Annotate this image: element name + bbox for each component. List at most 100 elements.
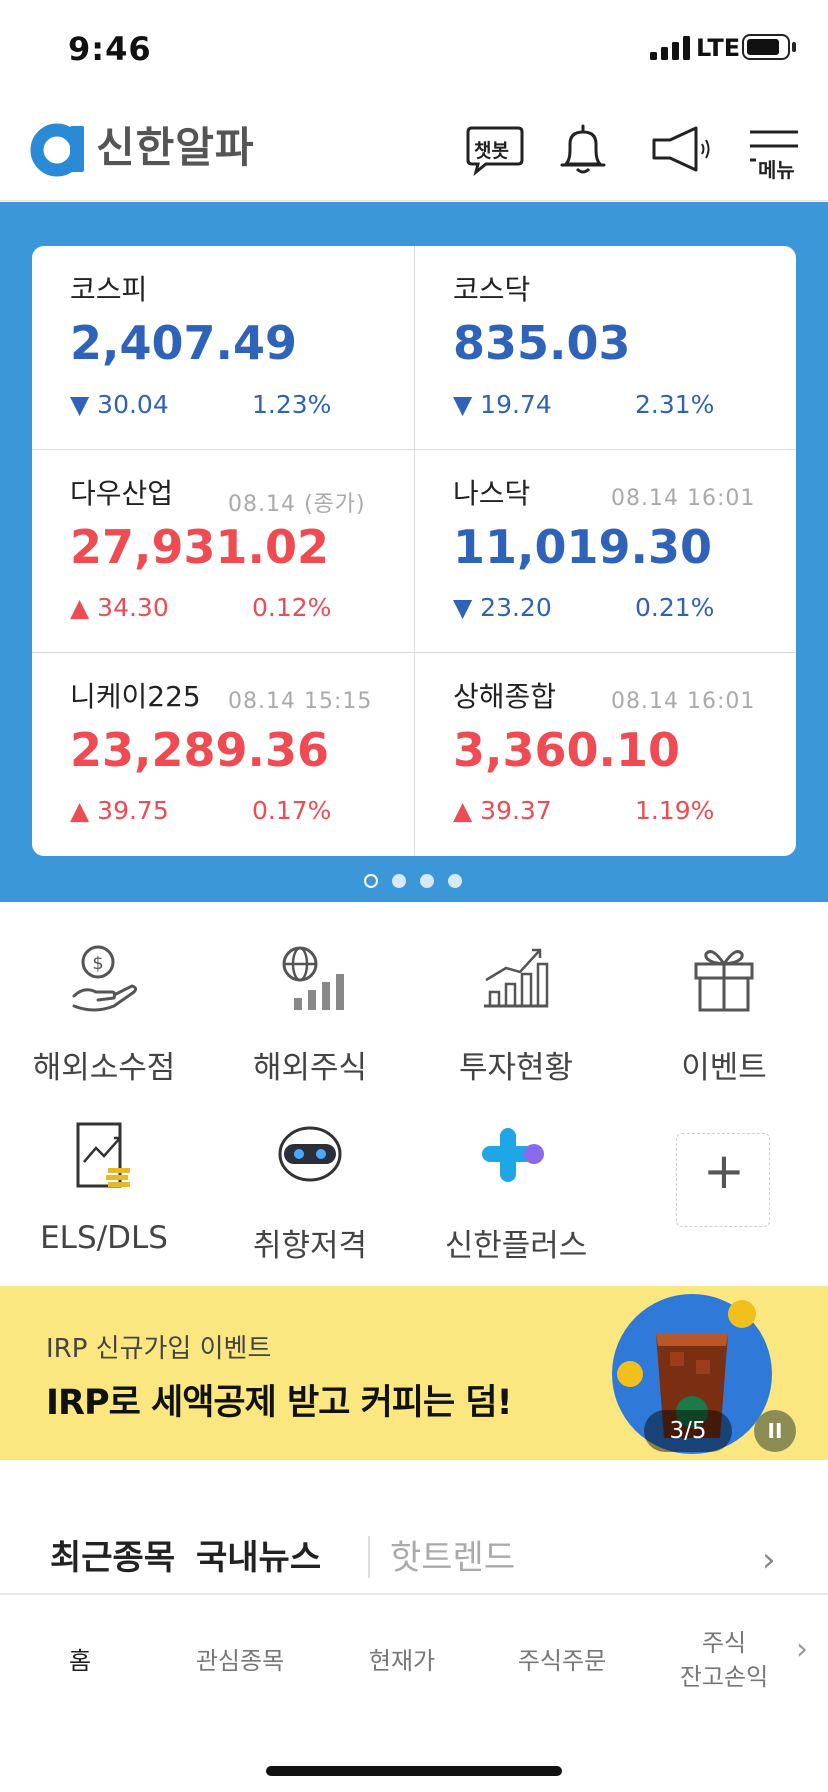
index-percent: 2.31% — [635, 390, 715, 419]
menu-label: 메뉴 — [758, 158, 795, 182]
signal-icon — [650, 36, 690, 60]
nav-current-price[interactable]: 현재가 — [322, 1644, 482, 1678]
index-meta: 08.14 15:15 — [228, 689, 373, 714]
quick-menu-label: 이벤트 — [681, 1050, 767, 1086]
shinhan-plus-icon — [482, 1128, 544, 1182]
index-value: 11,019.30 — [453, 520, 712, 574]
quick-menu-taste-pick[interactable]: 취향저격 — [220, 1118, 400, 1268]
page-dot[interactable] — [448, 874, 462, 888]
market-index-cell[interactable]: 코스닥 835.03 ▼ 19.74 2.31% — [414, 246, 796, 449]
nav-stock-order[interactable]: 주식주문 — [482, 1644, 642, 1678]
index-name: 니케이225 — [70, 680, 201, 713]
index-percent: 0.12% — [252, 593, 332, 622]
quick-menu-label: ELS/DLS — [40, 1220, 168, 1256]
index-name: 나스닥 — [453, 477, 531, 510]
index-meta: 08.14 16:01 — [611, 486, 756, 511]
robot-icon — [278, 1126, 342, 1182]
quick-menu-label: 신한플러스 — [444, 1228, 588, 1264]
quick-menu-label: 해외주식 — [252, 1050, 368, 1086]
index-value: 27,931.02 — [70, 520, 329, 574]
app-logo-text[interactable]: 신한알파 — [96, 114, 255, 175]
announcement-button[interactable] — [650, 120, 712, 180]
quick-menu-label: 취향저격 — [252, 1228, 368, 1264]
tab-hot-trend[interactable]: 핫트렌드 — [390, 1530, 515, 1579]
index-value: 835.03 — [453, 316, 631, 370]
index-percent: 1.23% — [252, 390, 332, 419]
market-index-panel: 코스피 2,407.49 ▼ 30.04 1.23% 코스닥 835.03 ▼ 19.74 2… — [0, 202, 828, 902]
quick-menu-overseas-fractional[interactable]: $ 해외소수점 — [14, 940, 194, 1090]
dollar-hand-icon: $ — [72, 945, 138, 1012]
document-coins-icon — [76, 1122, 130, 1188]
nav-stock-balance[interactable]: 주식 잔고손익 — [644, 1626, 804, 1694]
chevron-right-icon[interactable]: › — [762, 1540, 776, 1580]
menu-button[interactable]: 메뉴 — [744, 120, 806, 182]
page-dot-active[interactable] — [364, 874, 378, 888]
network-label: LTE — [696, 34, 741, 62]
quick-menu-els-dls[interactable]: ELS/DLS — [14, 1118, 194, 1268]
index-name: 코스닥 — [453, 273, 531, 306]
market-index-cell[interactable]: 다우산업 08.14 (종가) 27,931.02 ▲ 34.30 0.12% — [32, 449, 414, 652]
index-value: 2,407.49 — [70, 316, 297, 370]
banner-title: IRP로 세액공제 받고 커피는 덤! — [46, 1383, 513, 1423]
nav-watchlist[interactable]: 관심종목 — [160, 1644, 320, 1678]
index-name: 다우산업 — [70, 477, 174, 510]
market-index-cell[interactable]: 코스피 2,407.49 ▼ 30.04 1.23% — [32, 246, 414, 449]
banner-subtitle: IRP 신규가입 이벤트 — [46, 1334, 272, 1364]
index-value: 23,289.36 — [70, 723, 329, 777]
quick-menu-shinhan-plus[interactable]: 신한플러스 — [426, 1118, 606, 1268]
home-indicator — [266, 1766, 562, 1776]
growth-chart-icon — [484, 948, 549, 1008]
megaphone-icon — [652, 126, 710, 172]
gift-icon — [694, 950, 754, 1012]
battery-icon — [742, 34, 790, 60]
index-change: ▼ 19.74 — [453, 390, 552, 419]
index-percent: 1.19% — [635, 796, 715, 825]
chatbot-button[interactable]: 챗봇 — [464, 120, 526, 180]
chatbot-label: 챗봇 — [474, 140, 509, 162]
promo-banner[interactable]: IRP 신규가입 이벤트 IRP로 세액공제 받고 커피는 덤! 3/5 II — [0, 1286, 828, 1460]
tab-domestic-news[interactable]: 국내뉴스 — [196, 1530, 321, 1579]
index-change: ▲ 34.30 — [70, 593, 169, 622]
index-meta: 08.14 (종가) — [228, 492, 366, 517]
shinhan-alpha-logo-icon[interactable] — [30, 120, 90, 180]
index-change: ▲ 39.75 — [70, 796, 169, 825]
quick-menu-investment-status[interactable]: 투자현황 — [426, 940, 606, 1090]
index-change: ▲ 39.37 — [453, 796, 552, 825]
market-index-cell[interactable]: 상해종합 08.14 16:01 3,360.10 ▲ 39.37 1.19% — [414, 652, 796, 856]
quick-menu-event[interactable]: 이벤트 — [634, 940, 814, 1090]
index-meta: 08.14 16:01 — [611, 689, 756, 714]
page-indicator — [364, 874, 464, 890]
banner-page-counter: 3/5 — [644, 1410, 732, 1452]
page-dot[interactable] — [420, 874, 434, 888]
banner-pause-button[interactable]: II — [754, 1410, 796, 1452]
divider — [0, 1593, 828, 1595]
quick-menu-label: 해외소수점 — [32, 1050, 176, 1086]
globe-chart-icon — [282, 946, 344, 1010]
index-percent: 0.17% — [252, 796, 332, 825]
index-change: ▼ 30.04 — [70, 390, 169, 419]
index-name: 코스피 — [70, 273, 148, 306]
market-index-cell[interactable]: 니케이225 08.14 15:15 23,289.36 ▲ 39.75 0.17% — [32, 652, 414, 856]
chevron-right-icon[interactable]: › — [796, 1632, 808, 1667]
add-quick-menu-button[interactable]: + — [676, 1133, 770, 1227]
app-header: 신한알파 챗봇 메뉴 — [0, 100, 828, 201]
news-tab-bar: 최근종목 국내뉴스 핫트렌드 › — [0, 1530, 828, 1594]
market-index-cell[interactable]: 나스닥 08.14 16:01 11,019.30 ▼ 23.20 0.21% — [414, 449, 796, 652]
quick-menu-overseas-stock[interactable]: 해외주식 — [220, 940, 400, 1090]
index-value: 3,360.10 — [453, 723, 680, 777]
index-name: 상해종합 — [453, 680, 557, 713]
bell-icon — [560, 124, 606, 174]
index-percent: 0.21% — [635, 593, 715, 622]
quick-menu-label: 투자현황 — [458, 1050, 574, 1086]
nav-home[interactable]: 홈 — [0, 1644, 160, 1678]
market-index-card: 코스피 2,407.49 ▼ 30.04 1.23% 코스닥 835.03 ▼ 19.74 2… — [32, 246, 796, 856]
bottom-navigation: 홈 관심종목 현재가 주식주문 주식 잔고손익 › — [0, 1596, 828, 1706]
status-bar: 9:46 LTE — [0, 0, 828, 100]
notification-button[interactable] — [552, 120, 614, 180]
index-change: ▼ 23.20 — [453, 593, 552, 622]
tab-recent-items[interactable]: 최근종목 — [50, 1530, 175, 1579]
tab-divider — [368, 1536, 370, 1578]
page-dot[interactable] — [392, 874, 406, 888]
svg-text:$: $ — [92, 953, 103, 974]
plus-icon: + — [703, 1142, 745, 1200]
